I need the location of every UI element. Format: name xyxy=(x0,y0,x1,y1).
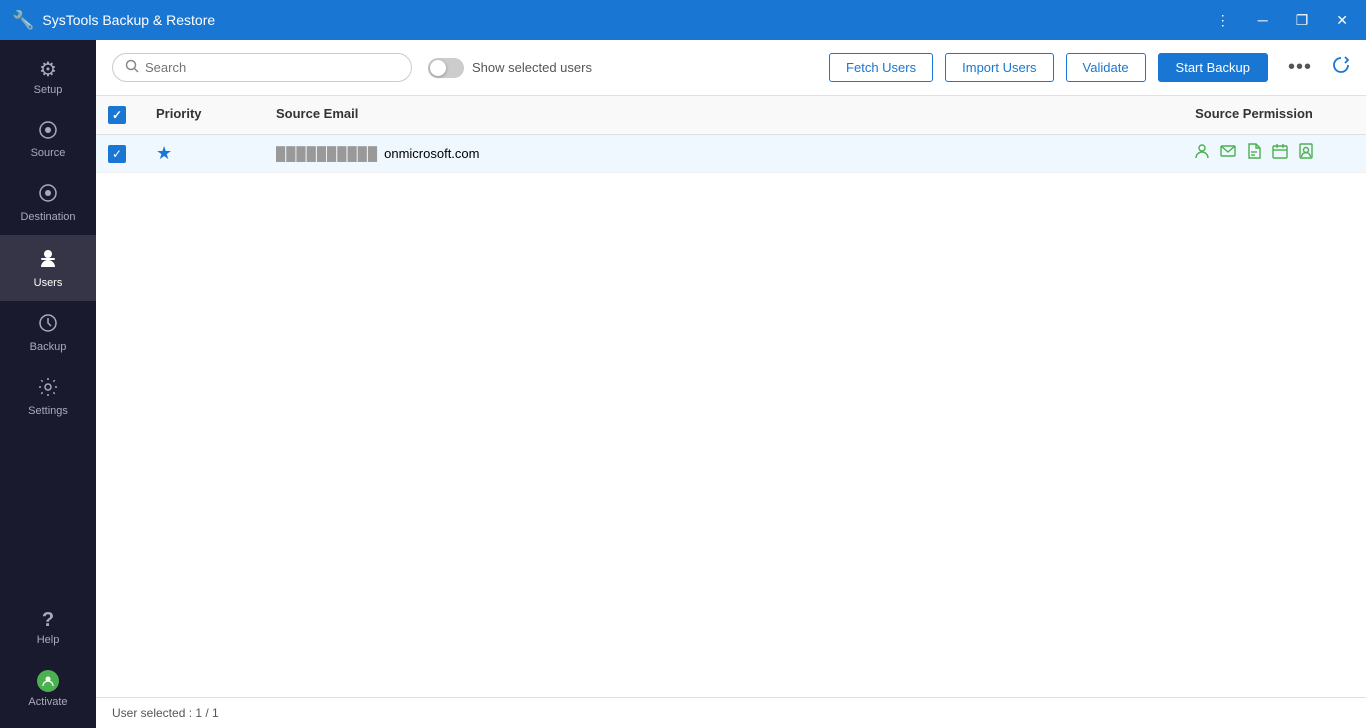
search-icon xyxy=(125,59,139,76)
toggle-knob xyxy=(430,60,446,76)
main-content: Show selected users Fetch Users Import U… xyxy=(96,40,1366,728)
check-icon: ✓ xyxy=(112,148,122,160)
sidebar-label-help: Help xyxy=(37,634,60,646)
help-icon: ? xyxy=(42,610,54,630)
sidebar-label-setup: Setup xyxy=(34,84,63,96)
star-icon[interactable]: ★ xyxy=(156,143,172,163)
destination-icon xyxy=(38,183,58,207)
close-button[interactable]: ✕ xyxy=(1330,9,1354,31)
perm-doc-icon xyxy=(1246,143,1262,164)
perm-person-icon xyxy=(1194,143,1210,164)
row-email-cell: ██████████ onmicrosoft.com xyxy=(276,146,1154,161)
more-options-button[interactable]: ••• xyxy=(1280,52,1320,83)
row-permissions-cell xyxy=(1154,143,1354,164)
sidebar-bottom: ? Help Activate xyxy=(0,598,96,720)
sidebar-item-users[interactable]: Users xyxy=(0,235,96,301)
header-priority: Priority xyxy=(156,106,276,124)
minimize-button[interactable]: ─ xyxy=(1252,9,1274,31)
row-priority-cell: ★ xyxy=(156,143,276,164)
row-checkbox[interactable]: ✓ xyxy=(108,145,126,163)
backup-icon xyxy=(38,313,58,337)
app-title-area: 🔧 SysTools Backup & Restore xyxy=(12,10,215,31)
toggle-label: Show selected users xyxy=(472,60,592,75)
search-box xyxy=(112,53,412,82)
header-source-email: Source Email xyxy=(276,106,1154,124)
validate-button[interactable]: Validate xyxy=(1066,53,1146,82)
table-header: ✓ Priority Source Email Source Permissio… xyxy=(96,96,1366,135)
header-checkbox-cell: ✓ xyxy=(108,106,156,124)
fetch-users-button[interactable]: Fetch Users xyxy=(829,53,933,82)
start-backup-button[interactable]: Start Backup xyxy=(1158,53,1268,82)
sidebar-label-users: Users xyxy=(34,277,63,289)
perm-calendar-icon xyxy=(1272,143,1288,164)
sidebar-label-source: Source xyxy=(31,147,66,159)
app-title: SysTools Backup & Restore xyxy=(42,12,215,28)
sidebar: ⚙ Setup Source Destination Users Backu xyxy=(0,40,96,728)
settings-icon xyxy=(38,377,58,401)
sidebar-item-backup[interactable]: Backup xyxy=(0,301,96,365)
sidebar-item-settings[interactable]: Settings xyxy=(0,365,96,429)
sidebar-item-setup[interactable]: ⚙ Setup xyxy=(0,48,96,108)
import-users-button[interactable]: Import Users xyxy=(945,53,1053,82)
toggle-area: Show selected users xyxy=(428,58,592,78)
row-checkbox-cell: ✓ xyxy=(108,145,156,163)
sidebar-label-activate: Activate xyxy=(28,696,67,708)
sidebar-item-destination[interactable]: Destination xyxy=(0,171,96,235)
search-input[interactable] xyxy=(145,60,399,75)
perm-contacts-icon xyxy=(1298,143,1314,164)
statusbar: User selected : 1 / 1 xyxy=(96,697,1366,728)
check-icon: ✓ xyxy=(112,109,122,121)
app-body: ⚙ Setup Source Destination Users Backu xyxy=(0,40,1366,728)
header-source-permission: Source Permission xyxy=(1154,106,1354,124)
source-icon xyxy=(38,120,58,143)
table-container: ✓ Priority Source Email Source Permissio… xyxy=(96,96,1366,697)
sidebar-label-settings: Settings xyxy=(28,405,68,417)
status-text: User selected : 1 / 1 xyxy=(112,706,219,720)
maximize-button[interactable]: ❐ xyxy=(1290,9,1315,31)
titlebar: 🔧 SysTools Backup & Restore ⋮ ─ ❐ ✕ xyxy=(0,0,1366,40)
sidebar-item-activate[interactable]: Activate xyxy=(0,658,96,720)
sidebar-label-destination: Destination xyxy=(20,211,75,223)
sidebar-item-source[interactable]: Source xyxy=(0,108,96,171)
window-controls: ⋮ ─ ❐ ✕ xyxy=(1210,9,1354,31)
toolbar: Show selected users Fetch Users Import U… xyxy=(96,40,1366,96)
users-icon xyxy=(37,247,59,273)
perm-mail-icon xyxy=(1220,143,1236,164)
show-selected-toggle[interactable] xyxy=(428,58,464,78)
select-all-checkbox[interactable]: ✓ xyxy=(108,106,126,124)
more-button[interactable]: ⋮ xyxy=(1210,9,1236,31)
table-row: ✓ ★ ██████████ onmicrosoft.com xyxy=(96,135,1366,173)
app-logo-icon: 🔧 xyxy=(12,10,34,31)
activate-badge xyxy=(37,670,59,692)
refresh-button[interactable] xyxy=(1332,56,1350,79)
sidebar-label-backup: Backup xyxy=(30,341,67,353)
email-blur: ██████████ xyxy=(276,146,378,161)
sidebar-item-help[interactable]: ? Help xyxy=(0,598,96,658)
email-domain: onmicrosoft.com xyxy=(384,146,479,161)
setup-icon: ⚙ xyxy=(39,60,57,80)
